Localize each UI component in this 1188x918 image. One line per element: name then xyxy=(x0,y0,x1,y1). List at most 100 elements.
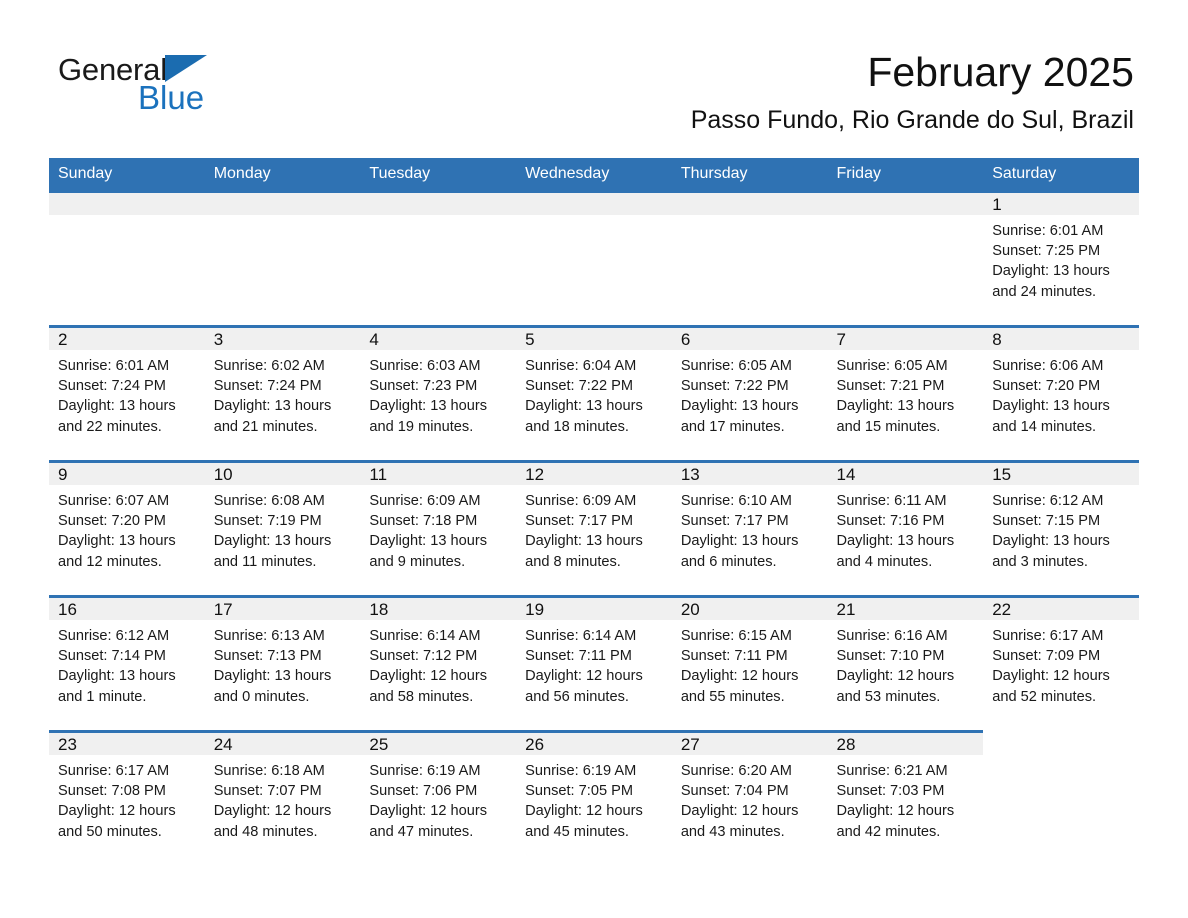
calendar-week-row: 9 Sunrise: 6:07 AM Sunset: 7:20 PM Daylight… xyxy=(49,460,1139,595)
calendar-day-cell[interactable]: 6 Sunrise: 6:05 AM Sunset: 7:22 PM Daylight… xyxy=(671,325,828,460)
daylight-text: Daylight: 12 hours and 42 minutes. xyxy=(836,803,955,840)
day-cell-body: Sunrise: 6:08 AM Sunset: 7:19 PM Daylight:… xyxy=(205,485,361,572)
daylight-text: Daylight: 12 hours and 52 minutes. xyxy=(992,668,1110,705)
calendar-day-cell xyxy=(827,190,984,325)
day-cell-body: Sunrise: 6:02 AM Sunset: 7:24 PM Daylight:… xyxy=(205,350,361,437)
sunrise-text: Sunrise: 6:04 AM xyxy=(525,358,637,374)
sunset-text: Sunset: 7:23 PM xyxy=(369,378,478,395)
calendar-day-cell[interactable]: 5 Sunrise: 6:04 AM Sunset: 7:22 PM Daylight… xyxy=(516,325,672,460)
day-number: 7 xyxy=(836,330,846,349)
daylight-text: Daylight: 13 hours and 9 minutes. xyxy=(369,533,488,570)
day-cell-body: Sunrise: 6:09 AM Sunset: 7:17 PM Daylight:… xyxy=(516,485,672,572)
day-cell-inner xyxy=(827,190,984,325)
column-header-wednesday: Wednesday xyxy=(516,158,672,190)
day-number-band: 6 xyxy=(671,325,828,350)
day-number-band: 11 xyxy=(360,460,517,485)
calendar-day-cell[interactable]: 4 Sunrise: 6:03 AM Sunset: 7:23 PM Daylight… xyxy=(360,325,517,460)
day-cell-body: Sunrise: 6:19 AM Sunset: 7:06 PM Daylight:… xyxy=(360,755,516,842)
calendar-day-cell[interactable]: 3 Sunrise: 6:02 AM Sunset: 7:24 PM Daylight… xyxy=(204,325,361,460)
calendar-day-cell[interactable]: 17 Sunrise: 6:13 AM Sunset: 7:13 PM Dayligh… xyxy=(204,595,361,730)
sunset-text: Sunset: 7:18 PM xyxy=(369,513,478,530)
calendar-day-cell[interactable]: 2 Sunrise: 6:01 AM Sunset: 7:24 PM Daylight… xyxy=(49,325,205,460)
sunset-text: Sunset: 7:14 PM xyxy=(58,648,166,665)
calendar-day-cell[interactable]: 12 Sunrise: 6:09 AM Sunset: 7:17 PM Dayligh… xyxy=(516,460,672,595)
day-number: 11 xyxy=(369,465,388,484)
calendar-day-cell[interactable]: 9 Sunrise: 6:07 AM Sunset: 7:20 PM Daylight… xyxy=(49,460,205,595)
column-header-friday: Friday xyxy=(827,158,984,190)
day-cell-body: Sunrise: 6:17 AM Sunset: 7:09 PM Daylight:… xyxy=(983,620,1139,707)
calendar-day-cell[interactable]: 13 Sunrise: 6:10 AM Sunset: 7:17 PM Dayligh… xyxy=(671,460,828,595)
day-number-band: 26 xyxy=(516,730,672,755)
calendar-day-cell[interactable]: 22 Sunrise: 6:17 AM Sunset: 7:09 PM Dayligh… xyxy=(983,595,1139,730)
day-number-band: 28 xyxy=(827,730,984,755)
calendar-day-cell[interactable]: 21 Sunrise: 6:16 AM Sunset: 7:10 PM Dayligh… xyxy=(827,595,984,730)
day-cell-body: Sunrise: 6:21 AM Sunset: 7:03 PM Daylight:… xyxy=(828,755,984,842)
sunset-text: Sunset: 7:25 PM xyxy=(992,243,1101,260)
day-number: 18 xyxy=(369,600,389,619)
day-number-band: 23 xyxy=(49,730,205,755)
day-cell-inner: 6 Sunrise: 6:05 AM Sunset: 7:22 PM Daylight… xyxy=(671,325,828,460)
daylight-text: Daylight: 13 hours and 18 minutes. xyxy=(525,398,643,435)
day-cell-inner xyxy=(671,190,828,325)
sunset-text: Sunset: 7:17 PM xyxy=(525,513,634,530)
daylight-text: Daylight: 12 hours and 58 minutes. xyxy=(369,668,488,705)
day-cell-body: Sunrise: 6:12 AM Sunset: 7:15 PM Daylight:… xyxy=(983,485,1139,572)
day-cell-inner: 20 Sunrise: 6:15 AM Sunset: 7:11 PM Dayligh… xyxy=(671,595,828,730)
calendar-day-cell[interactable]: 8 Sunrise: 6:06 AM Sunset: 7:20 PM Daylight… xyxy=(983,325,1139,460)
day-cell-inner xyxy=(360,190,517,325)
calendar-day-cell[interactable]: 16 Sunrise: 6:12 AM Sunset: 7:14 PM Dayligh… xyxy=(49,595,205,730)
calendar-body: 1 Sunrise: 6:01 AM Sunset: 7:25 PM Daylight… xyxy=(49,190,1139,865)
day-cell-inner: 22 Sunrise: 6:17 AM Sunset: 7:09 PM Dayligh… xyxy=(983,595,1139,730)
day-cell-inner: 19 Sunrise: 6:14 AM Sunset: 7:11 PM Dayligh… xyxy=(516,595,672,730)
sunrise-text: Sunrise: 6:18 AM xyxy=(213,763,325,779)
day-number-band: 19 xyxy=(516,595,672,620)
calendar-day-cell[interactable]: 18 Sunrise: 6:14 AM Sunset: 7:12 PM Dayligh… xyxy=(360,595,517,730)
day-number: 25 xyxy=(369,735,389,754)
calendar-page: General Blue February 2025 Passo Fundo, … xyxy=(0,0,1188,918)
day-cell-inner: 13 Sunrise: 6:10 AM Sunset: 7:17 PM Dayligh… xyxy=(671,460,828,595)
day-cell-inner xyxy=(983,730,1139,865)
calendar-day-cell[interactable]: 1 Sunrise: 6:01 AM Sunset: 7:25 PM Daylight… xyxy=(983,190,1139,325)
general-blue-logo[interactable]: General Blue xyxy=(58,52,378,124)
sunrise-text: Sunrise: 6:01 AM xyxy=(992,223,1104,239)
day-cell-inner: 17 Sunrise: 6:13 AM Sunset: 7:13 PM Dayligh… xyxy=(204,595,361,730)
day-cell-body: Sunrise: 6:04 AM Sunset: 7:22 PM Daylight:… xyxy=(516,350,672,437)
day-number-band: 25 xyxy=(360,730,517,755)
calendar-day-cell[interactable]: 7 Sunrise: 6:05 AM Sunset: 7:21 PM Daylight… xyxy=(827,325,984,460)
day-number: 26 xyxy=(525,735,545,754)
calendar-day-cell[interactable]: 19 Sunrise: 6:14 AM Sunset: 7:11 PM Dayligh… xyxy=(516,595,672,730)
page-title: February 2025 xyxy=(867,49,1134,95)
day-cell-body: Sunrise: 6:09 AM Sunset: 7:18 PM Daylight:… xyxy=(360,485,516,572)
day-number: 12 xyxy=(525,465,545,484)
calendar-day-cell xyxy=(360,190,517,325)
day-cell-inner: 27 Sunrise: 6:20 AM Sunset: 7:04 PM Dayligh… xyxy=(671,730,828,865)
calendar-day-cell[interactable]: 11 Sunrise: 6:09 AM Sunset: 7:18 PM Dayligh… xyxy=(360,460,517,595)
day-cell-inner xyxy=(204,190,361,325)
calendar-day-cell[interactable]: 26 Sunrise: 6:19 AM Sunset: 7:05 PM Dayligh… xyxy=(516,730,672,865)
sunrise-text: Sunrise: 6:12 AM xyxy=(58,628,170,644)
calendar-day-cell[interactable]: 15 Sunrise: 6:12 AM Sunset: 7:15 PM Dayligh… xyxy=(983,460,1139,595)
calendar-day-cell[interactable]: 25 Sunrise: 6:19 AM Sunset: 7:06 PM Dayligh… xyxy=(360,730,517,865)
day-number-band: 17 xyxy=(204,595,361,620)
day-number-band xyxy=(49,190,205,215)
day-cell-inner: 18 Sunrise: 6:14 AM Sunset: 7:12 PM Dayligh… xyxy=(360,595,517,730)
calendar-day-cell[interactable]: 20 Sunrise: 6:15 AM Sunset: 7:11 PM Dayligh… xyxy=(671,595,828,730)
daylight-text: Daylight: 13 hours and 15 minutes. xyxy=(836,398,955,435)
calendar-day-cell[interactable]: 28 Sunrise: 6:21 AM Sunset: 7:03 PM Dayligh… xyxy=(827,730,984,865)
calendar-day-cell[interactable]: 23 Sunrise: 6:17 AM Sunset: 7:08 PM Dayligh… xyxy=(49,730,205,865)
day-cell-body: Sunrise: 6:16 AM Sunset: 7:10 PM Daylight:… xyxy=(828,620,984,707)
calendar-day-cell[interactable]: 10 Sunrise: 6:08 AM Sunset: 7:19 PM Dayligh… xyxy=(204,460,361,595)
calendar-day-cell xyxy=(983,730,1139,865)
daylight-text: Daylight: 12 hours and 48 minutes. xyxy=(213,803,332,840)
day-number: 23 xyxy=(58,735,77,754)
sunset-text: Sunset: 7:13 PM xyxy=(213,648,322,665)
day-number-band xyxy=(827,190,984,215)
calendar-day-cell[interactable]: 14 Sunrise: 6:11 AM Sunset: 7:16 PM Dayligh… xyxy=(827,460,984,595)
sunset-text: Sunset: 7:24 PM xyxy=(213,378,322,395)
sunset-text: Sunset: 7:12 PM xyxy=(369,648,478,665)
calendar-day-cell[interactable]: 24 Sunrise: 6:18 AM Sunset: 7:07 PM Dayligh… xyxy=(204,730,361,865)
calendar-day-cell[interactable]: 27 Sunrise: 6:20 AM Sunset: 7:04 PM Dayligh… xyxy=(671,730,828,865)
day-cell-body: Sunrise: 6:05 AM Sunset: 7:22 PM Daylight:… xyxy=(672,350,828,437)
sunrise-text: Sunrise: 6:09 AM xyxy=(369,493,481,509)
day-number: 27 xyxy=(680,735,700,754)
